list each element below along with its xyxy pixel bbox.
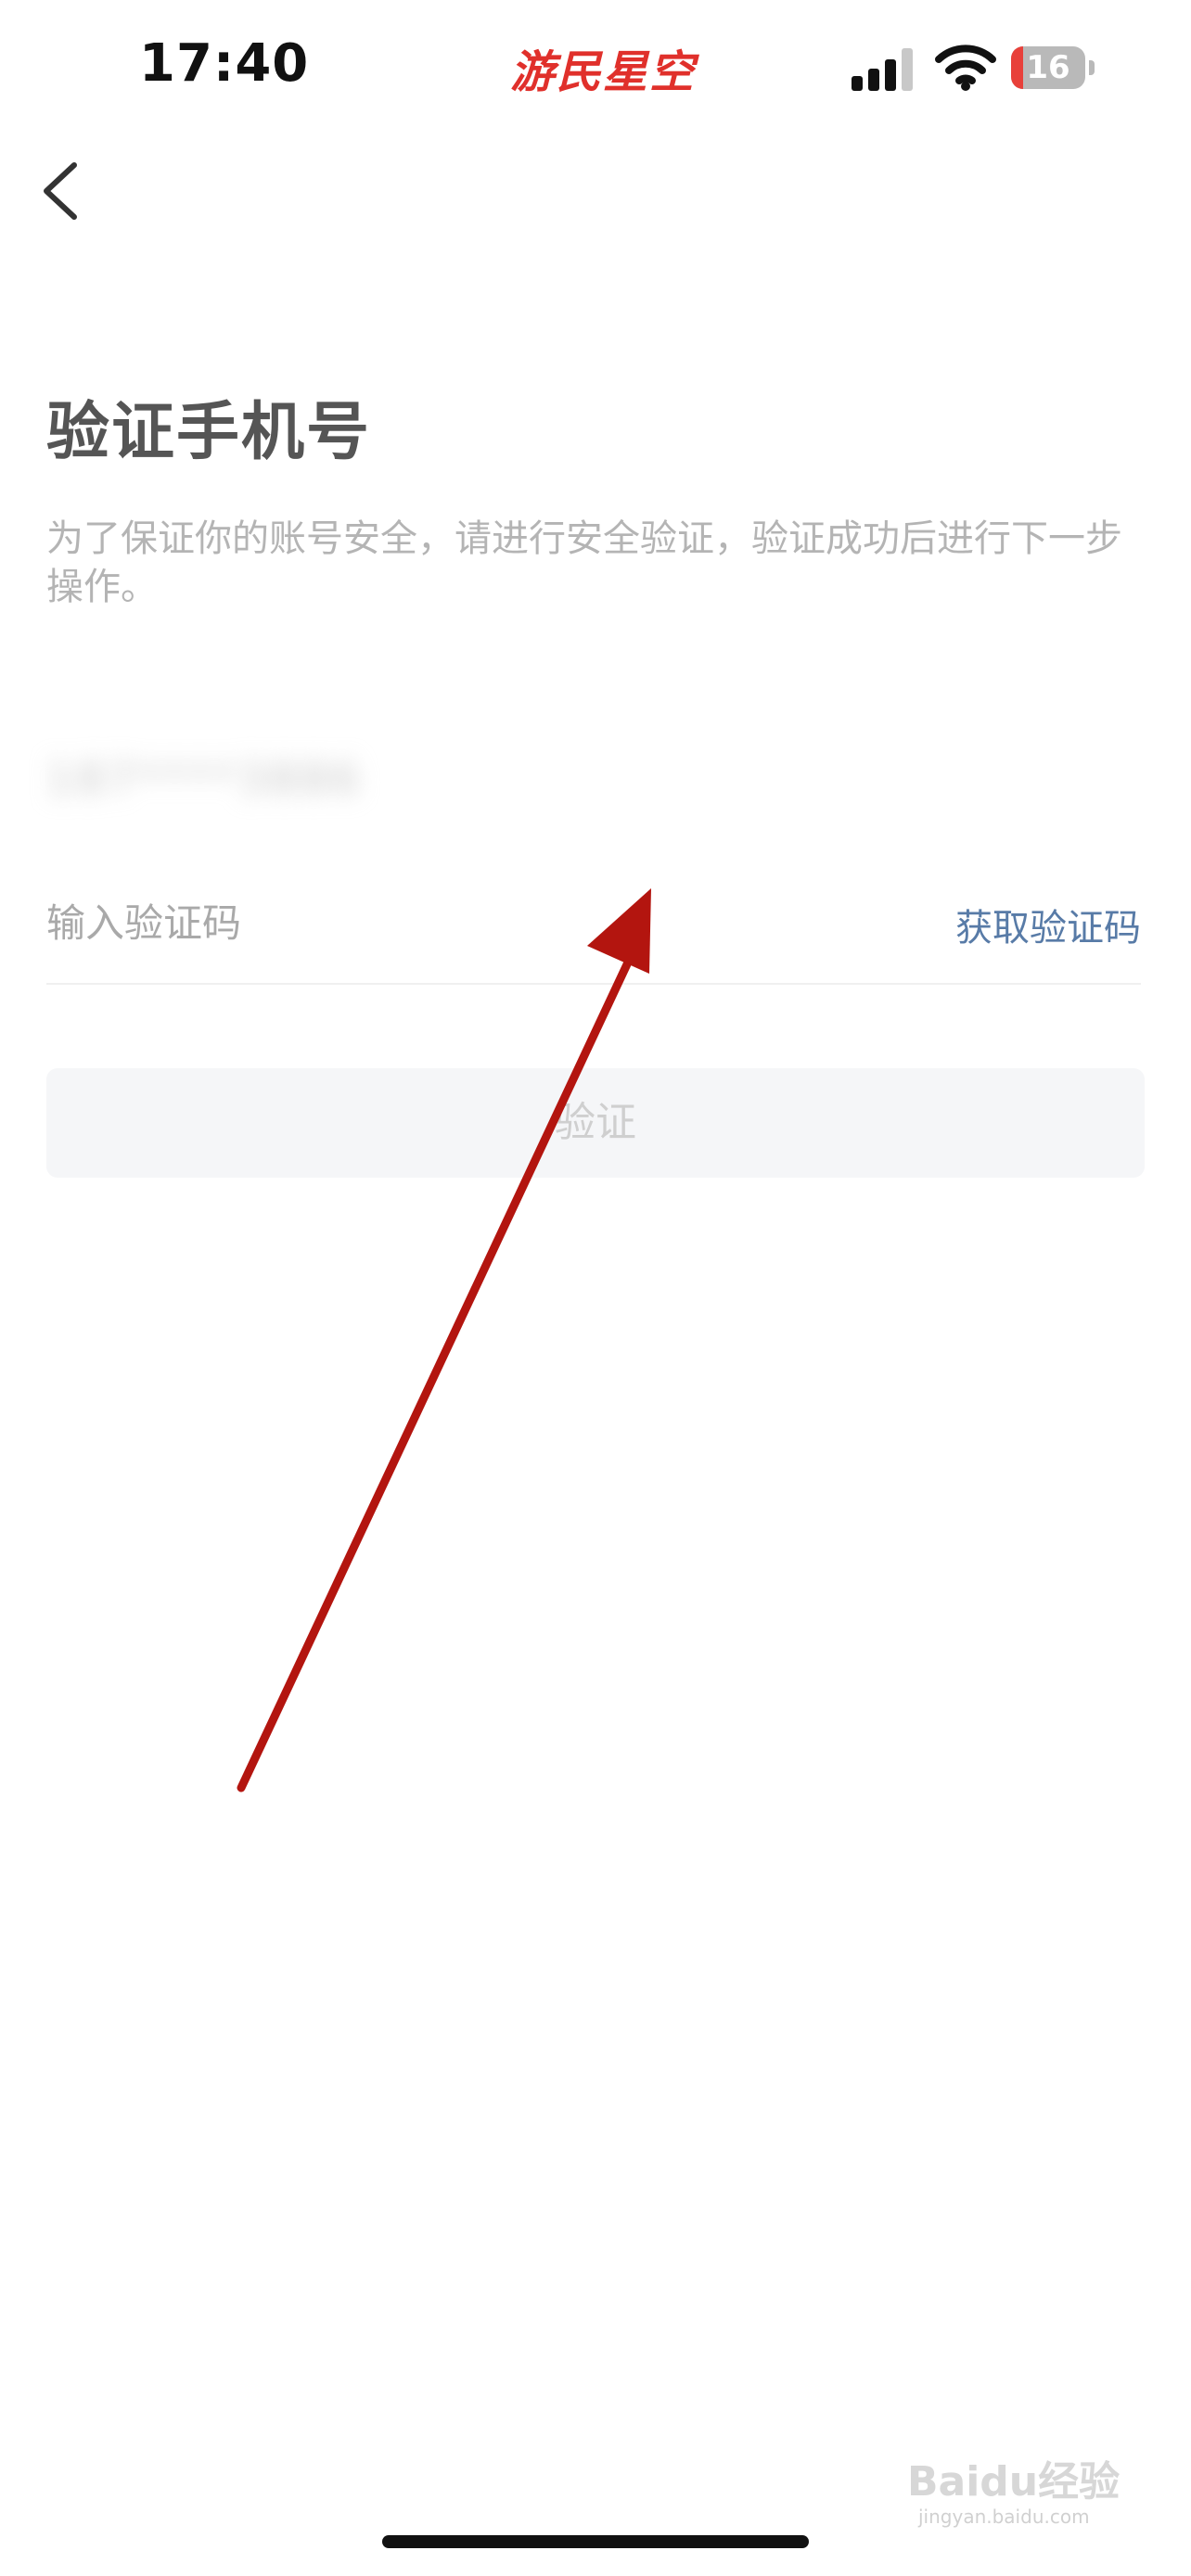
verify-button[interactable]: 验证 xyxy=(46,1068,1145,1178)
verification-code-row: 获取验证码 xyxy=(46,872,1141,985)
verification-code-input[interactable] xyxy=(46,890,751,955)
baidu-watermark: Baidu经验 xyxy=(907,2458,1121,2506)
brand-watermark: 游民星空 xyxy=(510,46,697,98)
back-button[interactable] xyxy=(37,158,85,224)
home-indicator xyxy=(382,2535,809,2548)
baidu-watermark-url: jingyan.baidu.com xyxy=(918,2506,1090,2528)
battery-level: 16 xyxy=(1026,49,1070,86)
page-description: 为了保证你的账号安全，请进行安全验证，验证成功后进行下一步操作。 xyxy=(46,517,1122,608)
page-title: 验证手机号 xyxy=(46,396,372,469)
status-time: 17:40 xyxy=(139,33,310,94)
phone-number: 187****3886 xyxy=(46,754,363,804)
wifi-icon xyxy=(935,45,996,91)
chevron-left-icon xyxy=(44,162,77,220)
battery-icon: 16 xyxy=(1011,46,1096,89)
get-code-button[interactable]: 获取验证码 xyxy=(955,898,1141,951)
signal-icon xyxy=(852,48,915,91)
